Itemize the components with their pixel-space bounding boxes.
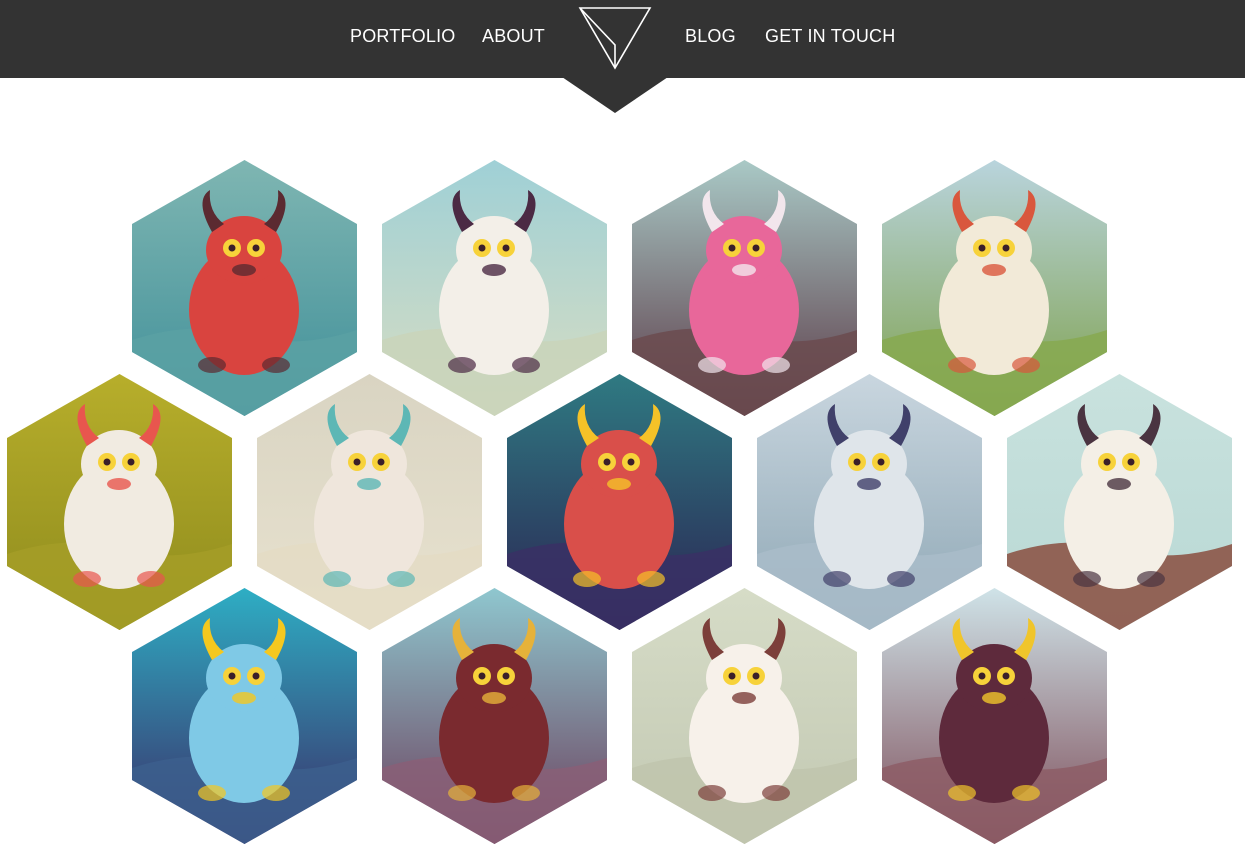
artwork-horned-scaly-monster [882,588,1107,844]
portfolio-item-octopus-worm-monster[interactable] [507,374,732,630]
portfolio-item-jellyfish-monster[interactable] [132,588,357,844]
artwork-flying-sheep-monster [382,160,607,416]
triangle-logo-icon[interactable] [578,5,652,71]
artwork-pink-cow-monster [632,160,857,416]
nav-get-in-touch-link[interactable]: GET IN TOUCH [765,26,895,47]
portfolio-item-unicorn-pig-monster[interactable] [7,374,232,630]
artwork-deer-pyramid-creatures [257,374,482,630]
portfolio-item-swinging-yeti-monster[interactable] [882,160,1107,416]
artwork-bird-and-bear-monsters [632,588,857,844]
portfolio-item-horned-scaly-monster[interactable] [882,588,1107,844]
portfolio-item-bird-and-bear-monsters[interactable] [632,588,857,844]
artwork-tribal-mask-monster [382,588,607,844]
artwork-octopus-worm-monster [507,374,732,630]
artwork-red-horned-monster [132,160,357,416]
nav-about-link[interactable]: ABOUT [482,26,545,47]
portfolio-item-flying-sheep-monster[interactable] [382,160,607,416]
artwork-swinging-yeti-monster [882,160,1107,416]
artwork-jellyfish-monster [132,588,357,844]
artwork-white-yeti-pyramid-face [1007,374,1232,630]
portfolio-item-tribal-mask-monster[interactable] [382,588,607,844]
portfolio-item-white-yeti-pyramid-face[interactable] [1007,374,1232,630]
artwork-unicorn-pig-monster [7,374,232,630]
artwork-two-horned-yetis [757,374,982,630]
nav-portfolio-link[interactable]: PORTFOLIO [350,26,456,47]
portfolio-item-red-horned-monster[interactable] [132,160,357,416]
portfolio-item-two-horned-yetis[interactable] [757,374,982,630]
portfolio-item-pink-cow-monster[interactable] [632,160,857,416]
nav-blog-link[interactable]: BLOG [685,26,736,47]
portfolio-item-deer-pyramid-creatures[interactable] [257,374,482,630]
